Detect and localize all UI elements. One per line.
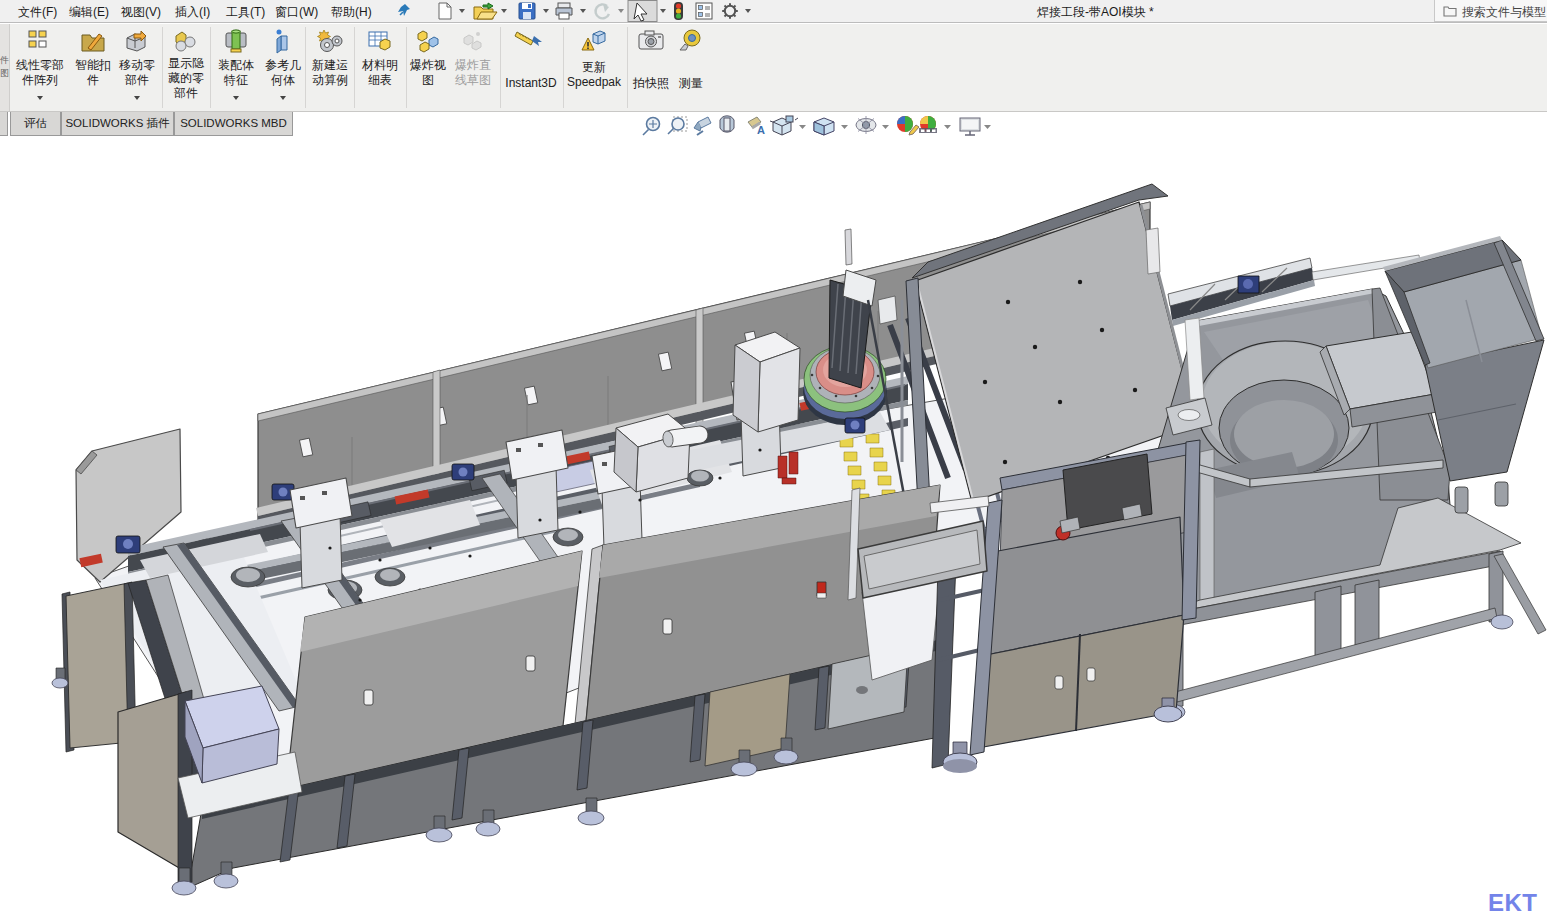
svg-text:A: A xyxy=(757,124,765,136)
